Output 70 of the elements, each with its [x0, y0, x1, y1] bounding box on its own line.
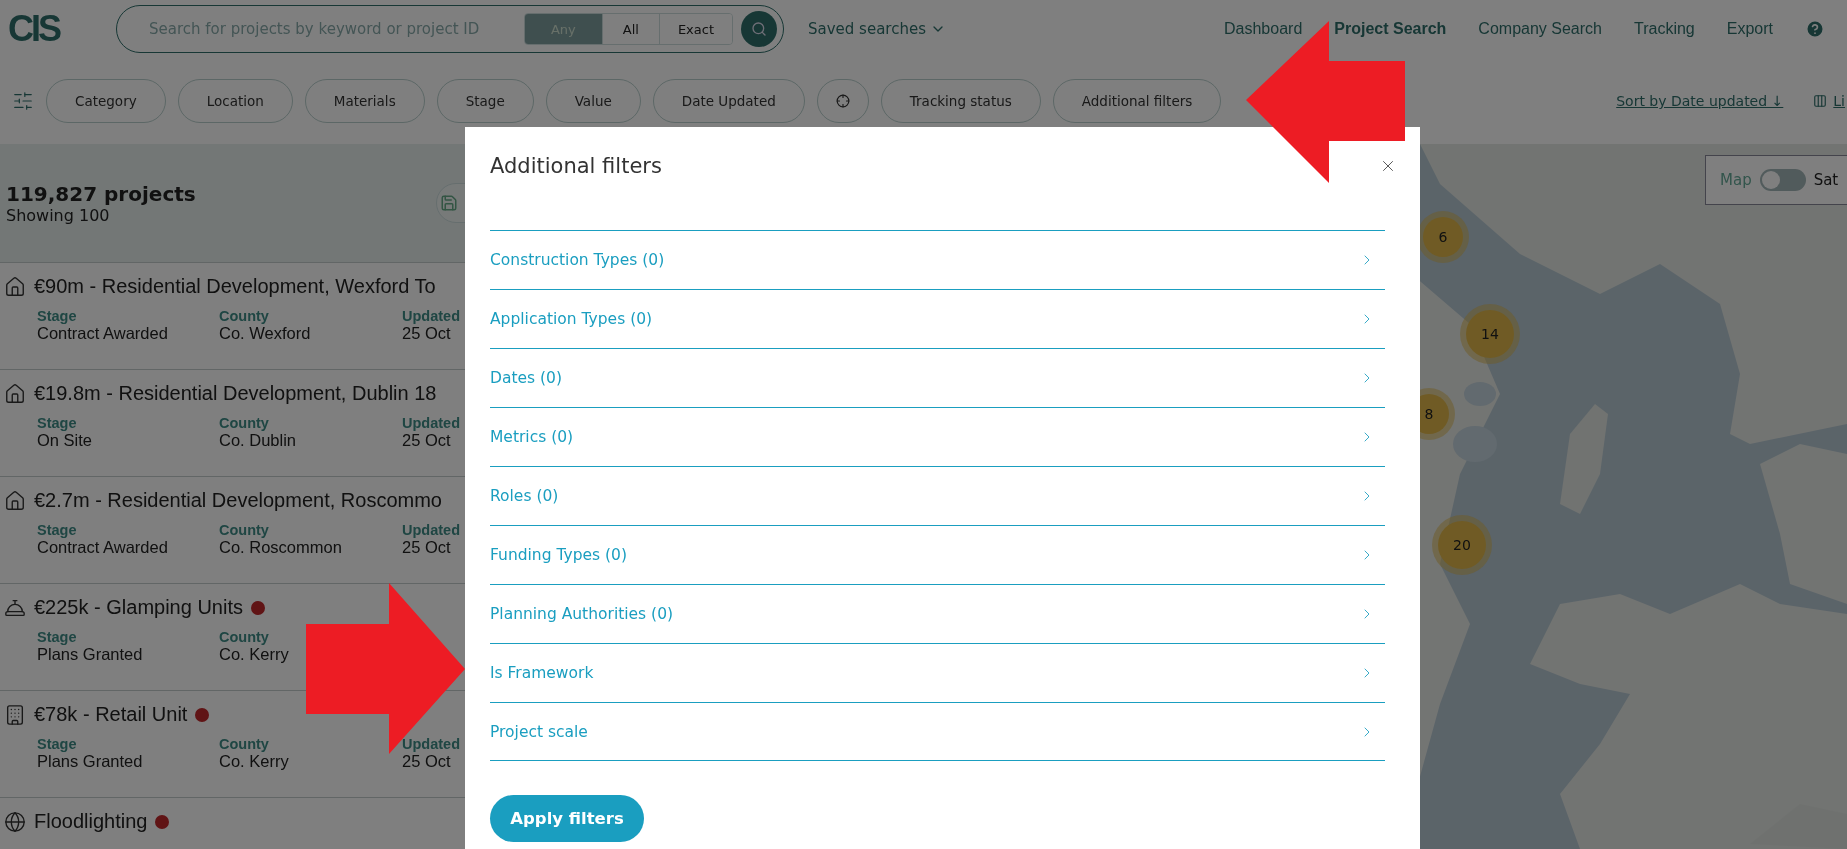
filter-pill[interactable]: Date Updated	[652, 79, 805, 123]
filter-pill[interactable]: Category	[46, 79, 166, 123]
field-label: County	[219, 415, 270, 431]
field-label: County	[219, 629, 270, 645]
field-label: County	[219, 522, 270, 538]
filter-pill[interactable]: Additional filters	[1052, 79, 1222, 123]
showing-count: Showing 100	[6, 205, 111, 225]
project-title[interactable]: €225k - Glamping Units	[34, 596, 243, 619]
project-count: 119,827 projects	[6, 181, 196, 206]
field-label: Updated	[402, 736, 461, 752]
house-icon	[4, 275, 26, 298]
field-label: Stage	[37, 415, 78, 431]
field-label: County	[219, 308, 270, 324]
building-icon	[4, 703, 26, 726]
save-icon	[440, 194, 458, 212]
filter-category-item[interactable]: Project scale	[490, 702, 1385, 761]
nav-link[interactable]: Company Search	[1478, 20, 1602, 38]
field-label: Stage	[37, 522, 78, 538]
filter-pill[interactable]: Tracking status	[880, 79, 1041, 123]
nav-link[interactable]: Project Search	[1334, 20, 1447, 38]
search-button[interactable]	[741, 11, 777, 47]
nav-link[interactable]: Dashboard	[1224, 20, 1303, 38]
filter-pill[interactable]: Materials	[304, 79, 425, 123]
field-label: County	[219, 736, 270, 752]
globe-icon	[4, 810, 26, 833]
field-value: Co. Wexford	[219, 324, 312, 343]
locate-button[interactable]	[816, 79, 869, 123]
field-value: Co. Dublin	[219, 431, 298, 450]
filter-pill[interactable]: Stage	[436, 79, 534, 123]
field-value: Co. Kerry	[219, 752, 290, 771]
filter-settings-icon[interactable]	[12, 90, 34, 112]
field-value: 25 Oct	[402, 324, 452, 343]
field-value: Contract Awarded	[37, 324, 169, 343]
dialog-title: Additional filters	[490, 153, 662, 178]
view-link[interactable]: Li	[1813, 93, 1845, 109]
field-value: Plans Granted	[37, 645, 144, 664]
sort-link[interactable]: Sort by Date updated ↓	[1616, 93, 1784, 109]
field-label: Updated	[402, 522, 461, 538]
search-mode-button[interactable]: Exact	[658, 14, 732, 44]
house-icon	[4, 489, 26, 512]
project-title[interactable]: €2.7m - Residential Development, Roscommo	[34, 489, 442, 512]
satellite-label: Sat	[1813, 171, 1839, 189]
field-value: On Site	[37, 431, 94, 450]
saved-searches-menu[interactable]: Saved searches	[808, 20, 946, 38]
field-value: Plans Granted	[37, 752, 144, 771]
house-icon	[4, 382, 26, 405]
nav-link[interactable]: Tracking	[1634, 20, 1695, 38]
apply-filters-button[interactable]: Apply filters	[490, 795, 644, 842]
field-value: 25 Oct	[402, 752, 452, 771]
project-title[interactable]: €90m - Residential Development, Wexford To	[34, 275, 436, 298]
field-value: Co. Kerry	[219, 645, 290, 664]
filter-pill[interactable]: Value	[545, 79, 641, 123]
field-label: Stage	[37, 308, 78, 324]
field-label: Updated	[402, 415, 461, 431]
field-value: Co. Roscommon	[219, 538, 343, 557]
project-title[interactable]: €78k - Retail Unit	[34, 703, 188, 726]
logo[interactable]: CIS	[8, 8, 108, 50]
crosshair-icon	[835, 94, 850, 108]
project-title[interactable]: Floodlighting	[34, 810, 148, 833]
field-label: Stage	[37, 736, 78, 752]
search-icon	[751, 21, 767, 37]
nav-link[interactable]: Export	[1726, 20, 1773, 38]
field-label: Stage	[37, 629, 78, 645]
field-value: Contract Awarded	[37, 538, 169, 557]
help-icon[interactable]	[1805, 19, 1825, 39]
columns-icon	[1813, 94, 1828, 108]
map-toggle[interactable]	[1759, 169, 1806, 191]
map-label: Map	[1720, 171, 1752, 189]
project-title[interactable]: €19.8m - Residential Development, Dublin 18	[34, 382, 437, 405]
filter-pill[interactable]: Location	[177, 79, 293, 123]
